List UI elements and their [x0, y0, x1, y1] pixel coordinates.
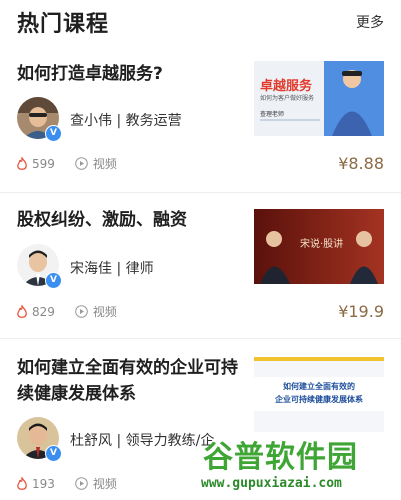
course-thumbnail[interactable]: 卓越服务 如何为客户做好服务 查理老师	[254, 61, 384, 136]
course-price: ¥19.9	[338, 302, 384, 321]
teacher-info: 杜舒风 | 领导力教练/企	[70, 433, 215, 449]
play-icon	[75, 157, 88, 170]
fire-icon	[17, 304, 27, 318]
thumbnail-title-line1: 如何建立全面有效的	[283, 382, 355, 391]
divider	[0, 192, 401, 193]
thumbnail-name: 查理老师	[260, 111, 285, 118]
play-icon	[75, 305, 88, 318]
course-stats: 829 视频	[16, 303, 117, 320]
more-link[interactable]: 更多	[356, 12, 384, 32]
video-label: 视频	[92, 157, 117, 171]
verified-badge-icon: V	[45, 272, 62, 289]
course-title[interactable]: 如何建立全面有效的企业可持续健康发展体系	[17, 355, 242, 407]
like-count: 193	[32, 476, 55, 491]
course-thumbnail[interactable]: 宋说·股讲	[254, 209, 384, 284]
course-stats: 193 视频	[16, 475, 117, 492]
teacher-info: 宋海佳 | 律师	[70, 261, 154, 277]
section-header: 热门课程 更多	[17, 6, 384, 37]
watermark-url: www.gupuxiazai.com	[201, 476, 342, 491]
verified-badge-icon: V	[45, 125, 62, 142]
course-card[interactable]: 如何打造卓越服务? V 查小伟 | 教务运营 599 视频 卓越服务 如何为客户…	[0, 50, 401, 185]
course-title[interactable]: 如何打造卓越服务?	[17, 61, 242, 87]
verified-badge-icon: V	[45, 445, 62, 462]
video-label: 视频	[92, 305, 117, 319]
course-price: ¥8.88	[338, 154, 384, 173]
course-stats: 599 视频	[16, 155, 117, 172]
watermark-logo: 谷普软件园 www.gupuxiazai.com	[195, 430, 401, 500]
course-thumbnail[interactable]: 如何建立全面有效的 企业可持续健康发展体系	[254, 357, 384, 432]
thumbnail-title: 宋说·股讲	[300, 239, 344, 250]
course-title[interactable]: 股权纠纷、激励、融资	[17, 207, 242, 233]
course-card[interactable]: 股权纠纷、激励、融资 V 宋海佳 | 律师 829 视频 宋说·股讲 ¥19.9	[0, 195, 401, 330]
like-count: 829	[32, 304, 55, 319]
teacher-info: 查小伟 | 教务运营	[70, 113, 182, 129]
video-label: 视频	[92, 477, 117, 491]
play-icon	[75, 477, 88, 490]
thumbnail-subtitle: 如何为客户做好服务	[260, 95, 315, 102]
thumbnail-title-line2: 企业可持续健康发展体系	[275, 395, 363, 404]
like-count: 599	[32, 156, 55, 171]
section-title: 热门课程	[17, 12, 110, 37]
watermark-text: 谷普软件园	[203, 440, 358, 475]
fire-icon	[17, 476, 27, 490]
fire-icon	[17, 156, 27, 170]
thumbnail-title: 卓越服务	[260, 79, 313, 94]
divider	[0, 338, 401, 339]
